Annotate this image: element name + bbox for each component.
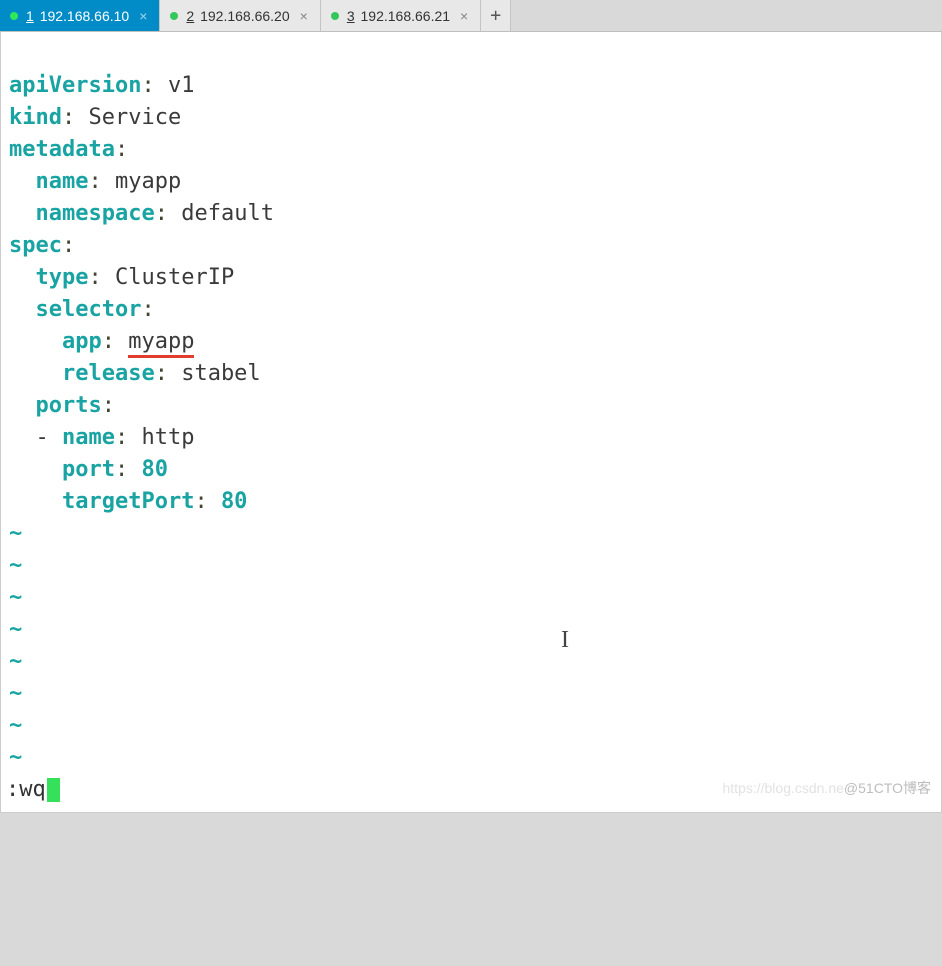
yaml-value: ClusterIP — [115, 265, 234, 290]
yaml-key: type — [36, 265, 89, 290]
yaml-dash: - — [36, 425, 49, 450]
tab-1[interactable]: 1 192.168.66.10 × — [0, 0, 160, 31]
yaml-value: Service — [88, 105, 181, 130]
yaml-key: ports — [36, 393, 102, 418]
close-icon[interactable]: × — [298, 8, 310, 24]
vim-tilde: ~ — [9, 617, 22, 642]
watermark-main: @51CTO博客 — [844, 780, 931, 796]
tab-bar: 1 192.168.66.10 × 2 192.168.66.20 × 3 19… — [0, 0, 942, 32]
tab-label: 192.168.66.10 — [40, 8, 130, 24]
text-cursor-icon: I — [561, 624, 569, 656]
yaml-value: myapp — [115, 169, 181, 194]
tab-number: 2 — [186, 8, 194, 24]
vim-tilde: ~ — [9, 553, 22, 578]
vim-tilde: ~ — [9, 521, 22, 546]
status-dot-icon — [331, 12, 339, 20]
watermark: https://blog.csdn.ne@51CTO博客 — [722, 772, 931, 804]
tab-number: 1 — [26, 8, 34, 24]
yaml-key: port — [62, 457, 115, 482]
close-icon[interactable]: × — [458, 8, 470, 24]
yaml-key: apiVersion — [9, 73, 141, 98]
yaml-value: v1 — [168, 73, 195, 98]
vim-command-line[interactable]: :wq — [6, 774, 60, 806]
yaml-value: default — [181, 201, 274, 226]
cursor-icon — [47, 778, 60, 802]
yaml-value: 80 — [221, 489, 248, 514]
tab-label: 192.168.66.20 — [200, 8, 290, 24]
status-dot-icon — [170, 12, 178, 20]
yaml-value: 80 — [141, 457, 168, 482]
yaml-key: name — [62, 425, 115, 450]
tab-label: 192.168.66.21 — [361, 8, 451, 24]
vim-tilde: ~ — [9, 681, 22, 706]
editor-pane[interactable]: apiVersion: v1 kind: Service metadata: n… — [0, 32, 942, 813]
yaml-key: release — [62, 361, 155, 386]
yaml-value-highlighted: myapp — [128, 329, 194, 358]
yaml-key: kind — [9, 105, 62, 130]
tab-3[interactable]: 3 192.168.66.21 × — [321, 0, 481, 31]
yaml-value: stabel — [181, 361, 260, 386]
status-dot-icon — [10, 12, 18, 20]
yaml-key: name — [36, 169, 89, 194]
yaml-key: metadata — [9, 137, 115, 162]
yaml-key: selector — [36, 297, 142, 322]
new-tab-button[interactable]: + — [481, 0, 511, 31]
vim-tilde: ~ — [9, 585, 22, 610]
vim-command-text: :wq — [6, 777, 46, 802]
tab-number: 3 — [347, 8, 355, 24]
yaml-key: targetPort — [62, 489, 194, 514]
vim-tilde: ~ — [9, 649, 22, 674]
vim-tilde: ~ — [9, 713, 22, 738]
yaml-key: namespace — [36, 201, 155, 226]
yaml-key: spec — [9, 233, 62, 258]
yaml-value: http — [141, 425, 194, 450]
close-icon[interactable]: × — [137, 8, 149, 24]
watermark-faint: https://blog.csdn.ne — [722, 780, 843, 796]
yaml-key: app — [62, 329, 102, 354]
tab-2[interactable]: 2 192.168.66.20 × — [160, 0, 320, 31]
vim-tilde: ~ — [9, 745, 22, 770]
